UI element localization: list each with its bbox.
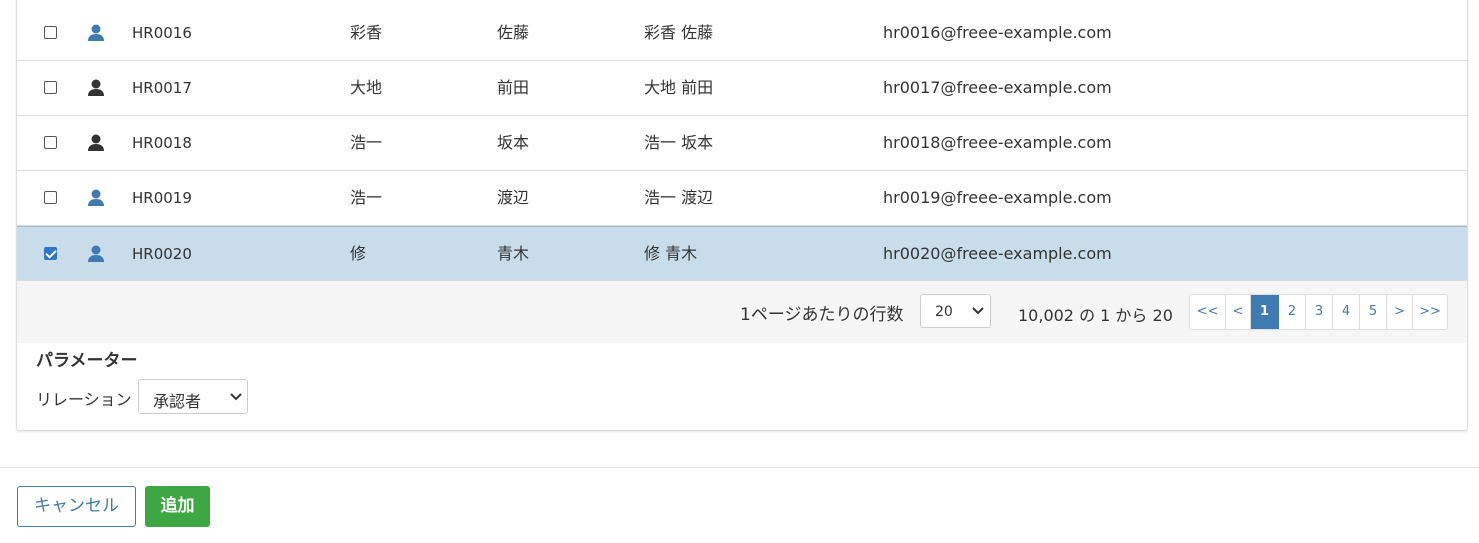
employee-id-cell: HR0020 bbox=[132, 245, 192, 263]
user-icon bbox=[87, 245, 105, 263]
row-checkbox[interactable] bbox=[44, 136, 57, 149]
email-cell: hr0019@freee-example.com bbox=[883, 188, 1112, 207]
full-name-cell: 修 青木 bbox=[644, 244, 698, 263]
footer-divider bbox=[0, 467, 1479, 468]
last-name-cell: 渡辺 bbox=[497, 188, 530, 207]
user-icon bbox=[87, 134, 105, 152]
email-cell: hr0020@freee-example.com bbox=[883, 244, 1112, 263]
last-name-cell: 佐藤 bbox=[497, 23, 530, 42]
first-name-cell: 大地 bbox=[350, 78, 383, 97]
parameters-title: パラメーター bbox=[36, 351, 138, 371]
rows-per-page-value: 20 bbox=[935, 304, 953, 320]
last-name-cell: 坂本 bbox=[497, 133, 530, 152]
pagination: << < 1 2 3 4 5 > >> bbox=[1189, 294, 1448, 330]
table-row[interactable]: HR0019 浩一 渡辺 浩一 渡辺 hr0019@freee-example.… bbox=[17, 171, 1467, 226]
full-name-cell: 浩一 渡辺 bbox=[644, 188, 714, 207]
row-checkbox[interactable] bbox=[44, 26, 57, 39]
relation-label: リレーション bbox=[36, 390, 132, 409]
member-select-panel: HR0016 彩香 佐藤 彩香 佐藤 hr0016@freee-example.… bbox=[16, 0, 1468, 431]
full-name-cell: 浩一 坂本 bbox=[644, 133, 714, 152]
last-name-cell: 青木 bbox=[497, 244, 530, 263]
employee-id-cell: HR0018 bbox=[132, 134, 192, 152]
next-page-button[interactable]: > bbox=[1387, 295, 1413, 329]
first-name-cell: 浩一 bbox=[350, 133, 383, 152]
page-3-button[interactable]: 3 bbox=[1306, 295, 1333, 329]
member-table: HR0016 彩香 佐藤 彩香 佐藤 hr0016@freee-example.… bbox=[17, 6, 1467, 281]
relation-value: 承認者 bbox=[153, 392, 202, 411]
cancel-button[interactable]: キャンセル bbox=[17, 486, 136, 527]
row-checkbox[interactable] bbox=[44, 247, 57, 260]
add-button[interactable]: 追加 bbox=[145, 486, 210, 527]
full-name-cell: 彩香 佐藤 bbox=[644, 23, 714, 42]
page-range-text: 10,002 の 1 から 20 bbox=[1018, 306, 1173, 325]
row-checkbox[interactable] bbox=[44, 191, 57, 204]
first-name-cell: 修 bbox=[350, 244, 367, 263]
chevron-down-icon bbox=[972, 307, 984, 315]
prev-page-button[interactable]: < bbox=[1226, 295, 1251, 329]
relation-select[interactable]: 承認者 bbox=[138, 379, 248, 414]
chevron-down-icon bbox=[230, 393, 242, 401]
rows-per-page-label: 1ページあたりの行数 bbox=[740, 305, 904, 325]
email-cell: hr0016@freee-example.com bbox=[883, 23, 1112, 42]
email-cell: hr0018@freee-example.com bbox=[883, 133, 1112, 152]
employee-id-cell: HR0019 bbox=[132, 189, 192, 207]
pagination-bar: 1ページあたりの行数 20 10,002 の 1 から 20 << < 1 2 … bbox=[17, 281, 1467, 343]
row-checkbox[interactable] bbox=[44, 81, 57, 94]
first-name-cell: 彩香 bbox=[350, 23, 383, 42]
rows-per-page-select[interactable]: 20 bbox=[920, 294, 991, 328]
page-5-button[interactable]: 5 bbox=[1360, 295, 1387, 329]
user-icon bbox=[87, 24, 105, 42]
user-icon bbox=[87, 189, 105, 207]
table-row[interactable]: HR0017 大地 前田 大地 前田 hr0017@freee-example.… bbox=[17, 61, 1467, 116]
user-icon bbox=[87, 79, 105, 97]
employee-id-cell: HR0017 bbox=[132, 79, 192, 97]
table-row[interactable]: HR0016 彩香 佐藤 彩香 佐藤 hr0016@freee-example.… bbox=[17, 6, 1467, 61]
page-1-button[interactable]: 1 bbox=[1251, 295, 1279, 329]
full-name-cell: 大地 前田 bbox=[644, 78, 714, 97]
first-page-button[interactable]: << bbox=[1190, 295, 1226, 329]
page-2-button[interactable]: 2 bbox=[1279, 295, 1306, 329]
table-row[interactable]: HR0020 修 青木 修 青木 hr0020@freee-example.co… bbox=[17, 226, 1467, 281]
page-4-button[interactable]: 4 bbox=[1333, 295, 1360, 329]
table-row[interactable]: HR0018 浩一 坂本 浩一 坂本 hr0018@freee-example.… bbox=[17, 116, 1467, 171]
email-cell: hr0017@freee-example.com bbox=[883, 78, 1112, 97]
employee-id-cell: HR0016 bbox=[132, 24, 192, 42]
last-page-button[interactable]: >> bbox=[1413, 295, 1447, 329]
first-name-cell: 浩一 bbox=[350, 188, 383, 207]
last-name-cell: 前田 bbox=[497, 78, 530, 97]
